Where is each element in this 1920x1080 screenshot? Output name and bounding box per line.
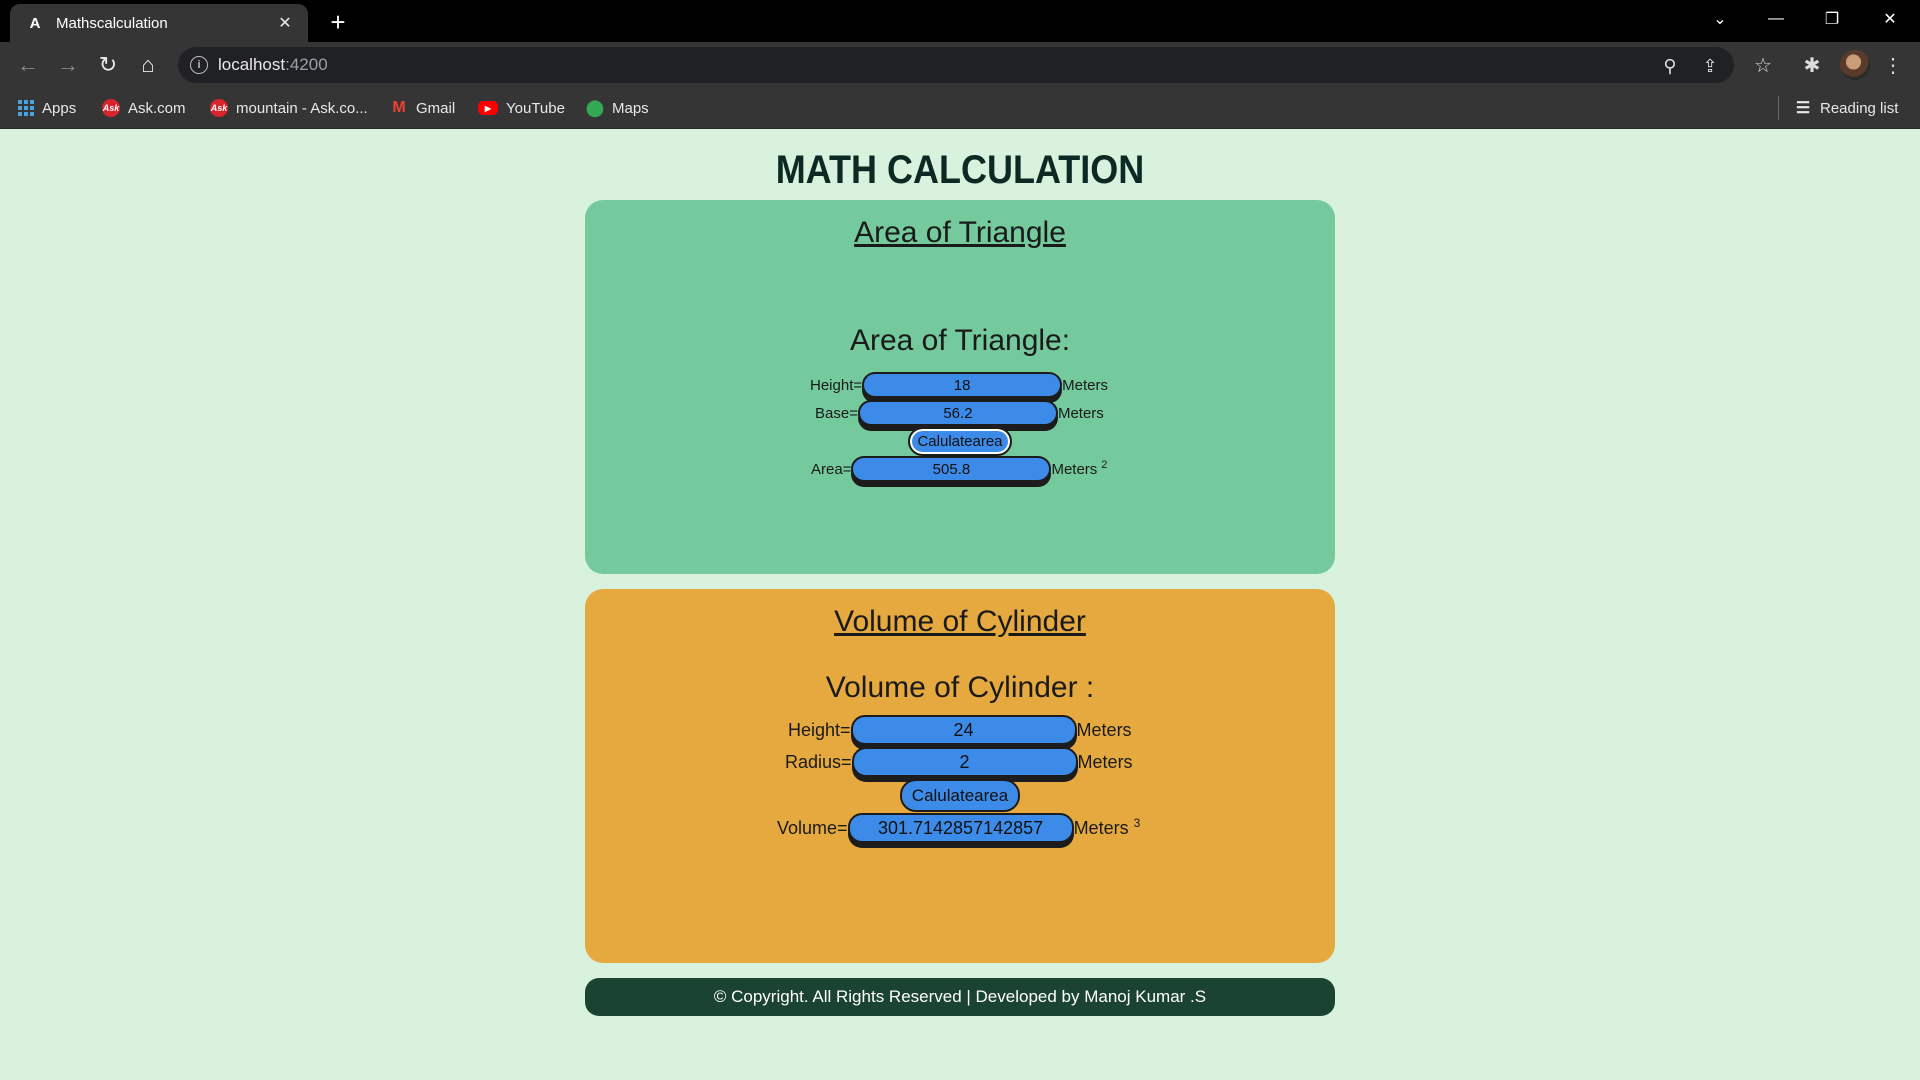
forward-icon[interactable]: → <box>52 49 84 81</box>
site-info-icon[interactable]: i <box>190 56 208 74</box>
ask-logo-icon: Ask <box>210 99 228 117</box>
cylinder-heading: Volume of Cylinder <box>834 605 1086 638</box>
footer-copyright: © Copyright. All Rights Reserved | Devel… <box>713 987 1207 1006</box>
cylinder-subheading: Volume of Cylinder : <box>825 671 1095 704</box>
unit-label: Meters <box>1076 719 1132 740</box>
back-icon[interactable]: ← <box>12 49 44 81</box>
cylinder-radius-input[interactable]: 2 <box>851 747 1078 777</box>
angular-icon: A <box>29 14 41 32</box>
apps-grid-icon <box>18 100 34 116</box>
triangle-area-output[interactable]: 505.8 <box>851 456 1052 482</box>
height-label: Height= <box>788 719 851 740</box>
url-text[interactable]: localhost:4200 <box>218 55 328 75</box>
reload-icon[interactable]: ↻ <box>92 49 124 81</box>
triangle-heading: Area of Triangle <box>854 216 1066 249</box>
ask-logo-icon: Ask <box>102 99 120 117</box>
maps-pin-icon: ⬤ <box>586 100 604 117</box>
profile-avatar[interactable] <box>1840 50 1870 80</box>
radius-label: Radius= <box>785 751 852 772</box>
cubed-exponent: 3 <box>1133 816 1141 830</box>
cylinder-calculate-button[interactable]: Calulatearea <box>900 779 1020 812</box>
extensions-icon[interactable]: ✱ <box>1799 52 1825 78</box>
reading-list-button[interactable]: ☰ Reading list <box>1794 97 1899 119</box>
squared-exponent: 2 <box>1101 459 1108 471</box>
triangle-calculate-button[interactable]: Calulatearea <box>908 427 1012 456</box>
cylinder-height-row: Height= 24 Meters <box>788 715 1132 745</box>
close-window-button[interactable]: ✕ <box>1862 0 1918 38</box>
triangle-subheading: Area of Triangle: <box>849 324 1071 357</box>
unit-label: Meters <box>1057 404 1104 422</box>
close-tab-icon[interactable]: ✕ <box>272 10 298 36</box>
triangle-base-input[interactable]: 56.2 <box>857 400 1058 426</box>
cylinder-volume-row: Volume= 301.7142857142857 Meters 3 <box>777 813 1140 843</box>
footer: © Copyright. All Rights Reserved | Devel… <box>585 978 1335 1016</box>
page-title: MATH CALCULATION <box>775 148 1145 192</box>
unit-label: Meters <box>1062 376 1108 394</box>
share-icon[interactable]: ⇪ <box>1700 56 1720 76</box>
bookmark-gmail[interactable]: M Gmail <box>390 97 455 119</box>
triangle-height-input[interactable]: 18 <box>862 372 1063 398</box>
triangle-area-row: Area= 505.8 Meters 2 <box>811 456 1107 482</box>
bookmark-youtube[interactable]: ▶ YouTube <box>478 97 565 119</box>
triangle-base-row: Base= 56.2 Meters <box>815 400 1104 426</box>
browser-tab[interactable]: A Mathscalculation ✕ <box>10 4 308 42</box>
cylinder-card: Volume of Cylinder Volume of Cylinder : … <box>585 589 1335 963</box>
unit-label: Meters <box>1073 817 1129 838</box>
cylinder-radius-row: Radius= 2 Meters <box>785 747 1133 777</box>
unit-label: Meters <box>1051 460 1098 478</box>
restore-button[interactable]: ❐ <box>1804 0 1860 38</box>
browser-toolbar: ← → ↻ ⌂ i localhost:4200 ⚲ ⇪ ☆ ✱ ⋮ <box>0 42 1920 88</box>
new-tab-button[interactable]: + <box>322 6 354 38</box>
triangle-height-row: Height= 18 Meters <box>810 372 1108 398</box>
bookmark-mountain[interactable]: Ask mountain - Ask.co... <box>210 97 368 119</box>
cylinder-height-input[interactable]: 24 <box>850 715 1077 745</box>
unit-label: Meters <box>1077 751 1133 772</box>
bookmark-star-icon[interactable]: ☆ <box>1750 52 1776 78</box>
zoom-icon[interactable]: ⚲ <box>1660 56 1680 76</box>
area-label: Area= <box>811 460 852 478</box>
youtube-icon: ▶ <box>478 101 498 115</box>
bookmarks-divider <box>1778 96 1779 120</box>
volume-label: Volume= <box>777 817 848 838</box>
bookmark-maps[interactable]: ⬤ Maps <box>586 97 649 119</box>
tab-search-icon[interactable]: ⌄ <box>1692 0 1748 38</box>
bookmark-apps[interactable]: Apps <box>18 97 76 119</box>
menu-icon[interactable]: ⋮ <box>1880 52 1906 78</box>
reading-list-icon: ☰ <box>1795 100 1811 117</box>
base-label: Base= <box>815 404 858 422</box>
cylinder-volume-output[interactable]: 301.7142857142857 <box>847 813 1074 843</box>
bookmarks-bar: Apps Ask Ask.com Ask mountain - Ask.co..… <box>0 88 1920 129</box>
triangle-card: Area of Triangle Area of Triangle: Heigh… <box>585 200 1335 574</box>
gmail-icon: M <box>392 99 406 116</box>
bookmark-ask[interactable]: Ask Ask.com <box>102 97 186 119</box>
height-label: Height= <box>810 376 863 394</box>
minimize-button[interactable]: — <box>1748 0 1804 38</box>
tab-title: Mathscalculation <box>56 14 168 32</box>
address-bar[interactable]: i localhost:4200 ⚲ ⇪ <box>178 47 1734 83</box>
browser-titlebar: A Mathscalculation ✕ + ⌄ — ❐ ✕ <box>0 0 1920 42</box>
home-icon[interactable]: ⌂ <box>132 49 164 81</box>
